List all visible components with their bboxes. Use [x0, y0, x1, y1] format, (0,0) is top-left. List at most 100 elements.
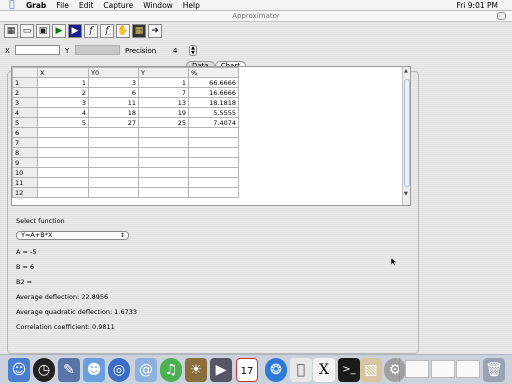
menu-window[interactable]: Window [143, 1, 173, 10]
music-icon[interactable]: ♫ [160, 358, 182, 382]
percent-cell[interactable] [188, 187, 239, 198]
x-cell[interactable]: 3 [37, 97, 89, 108]
table-row[interactable]: 11 [12, 177, 239, 188]
percent-cell[interactable] [188, 147, 239, 158]
function-select[interactable]: Y=A+B*X ↕ [16, 231, 129, 240]
trash-icon[interactable]: 🗑 [483, 358, 505, 382]
y0-cell[interactable] [88, 127, 139, 138]
table-row[interactable]: 6 [12, 127, 239, 138]
function-icon[interactable]: f [84, 24, 98, 38]
menu-edit[interactable]: Edit [79, 1, 94, 10]
x-cell[interactable] [37, 127, 89, 138]
y-cell[interactable]: 7 [138, 87, 189, 98]
table-row[interactable]: 1 1 3 1 66.6666 [12, 77, 239, 88]
y0-cell[interactable]: 3 [88, 77, 139, 88]
table-row[interactable]: 10 [12, 167, 239, 178]
x-cell[interactable] [37, 157, 89, 168]
column-header-y[interactable]: Y [138, 67, 189, 78]
table-row[interactable]: 7 [12, 137, 239, 148]
menu-capture[interactable]: Capture [103, 1, 133, 10]
terminal-icon[interactable]: >_ [338, 358, 360, 382]
y0-cell[interactable]: 18 [88, 107, 139, 118]
table-row[interactable]: 12 [12, 187, 239, 198]
minimized-window-1[interactable] [405, 360, 429, 378]
y0-cell[interactable] [88, 167, 139, 178]
column-header-y0[interactable]: Y0 [88, 67, 139, 78]
x-cell[interactable]: 2 [37, 87, 89, 98]
percent-cell[interactable]: 5.5555 [188, 107, 239, 118]
smiley-icon[interactable]: ☻ [83, 358, 105, 382]
table-row[interactable]: 8 [12, 147, 239, 158]
x-cell[interactable] [37, 167, 89, 178]
x-input[interactable] [15, 45, 60, 55]
x-cell[interactable]: 1 [37, 77, 89, 88]
grid-icon[interactable]: ▦ [4, 24, 18, 38]
y-cell[interactable] [138, 137, 189, 148]
globe-icon[interactable]: ◎ [108, 358, 130, 382]
column-header-percent[interactable]: % [188, 67, 239, 78]
y0-cell[interactable]: 11 [88, 97, 139, 108]
minimized-window-2[interactable] [431, 360, 455, 378]
table-row[interactable]: 2 2 6 7 16.6666 [12, 87, 239, 98]
percent-cell[interactable] [188, 137, 239, 148]
x-cell[interactable] [37, 177, 89, 188]
safari-icon[interactable]: ❂ [265, 358, 287, 382]
chart-icon[interactable]: ▦ [132, 24, 146, 38]
preview-icon[interactable]: ▧ [360, 358, 382, 382]
x-cell[interactable] [37, 137, 89, 148]
y0-cell[interactable] [88, 157, 139, 168]
y-cell[interactable]: 13 [138, 97, 189, 108]
scroll-down-icon[interactable]: ▼ [404, 191, 408, 197]
y-cell[interactable] [138, 167, 189, 178]
mail-icon[interactable]: @ [135, 358, 157, 382]
x-cell[interactable] [37, 147, 89, 158]
function-alt-icon[interactable]: f [100, 24, 114, 38]
photo-icon[interactable]: ☀ [185, 358, 207, 382]
scroll-up-icon[interactable]: ▲ [404, 68, 408, 74]
scroll-thumb[interactable] [404, 79, 410, 187]
clock-icon[interactable]: ◷ [33, 358, 55, 382]
toolbar-toggle-button[interactable] [497, 12, 506, 20]
y-cell[interactable]: 1 [138, 77, 189, 88]
movie-icon[interactable]: ▶ [210, 358, 232, 382]
table-row[interactable]: 3 3 11 13 18.1818 [12, 97, 239, 108]
menu-app-grab[interactable]: Grab [26, 1, 46, 10]
minimized-window-3[interactable] [456, 360, 480, 378]
menu-clock[interactable]: Fri 9:01 PM [456, 1, 498, 10]
y-cell[interactable] [138, 187, 189, 198]
y-cell[interactable] [138, 177, 189, 188]
y-cell[interactable]: 19 [138, 107, 189, 118]
vertical-scrollbar[interactable]: ▲ ▼ [402, 67, 410, 205]
apple-icon[interactable]:  [290, 358, 312, 382]
x-cell[interactable]: 4 [37, 107, 89, 118]
x-cell[interactable]: 5 [37, 117, 89, 128]
exit-icon[interactable]: ➜ [148, 24, 162, 38]
y-cell[interactable]: 25 [138, 117, 189, 128]
run-icon[interactable]: ▶ [52, 24, 66, 38]
pencil-icon[interactable]: ✎ [58, 358, 80, 382]
hand-icon[interactable]: ✋ [116, 24, 130, 38]
y0-cell[interactable]: 27 [88, 117, 139, 128]
percent-cell[interactable]: 18.1818 [188, 97, 239, 108]
ical-icon[interactable]: 17 [236, 358, 258, 382]
save-icon[interactable]: ▣ [36, 24, 50, 38]
precision-stepper[interactable]: ▲ ▼ [189, 45, 197, 56]
step-icon[interactable]: ▶ [68, 24, 82, 38]
percent-cell[interactable]: 7.4074 [188, 117, 239, 128]
column-header-x[interactable]: X [37, 67, 89, 78]
y0-cell[interactable] [88, 147, 139, 158]
percent-cell[interactable] [188, 177, 239, 188]
y0-cell[interactable] [88, 137, 139, 148]
system-preferences-icon[interactable]: ⚙ [384, 358, 406, 382]
y0-cell[interactable]: 6 [88, 87, 139, 98]
y-cell[interactable] [138, 127, 189, 138]
finder-icon[interactable]: ☺ [8, 358, 30, 382]
apple-menu-icon[interactable]:  [6, 0, 18, 10]
table-row[interactable]: 5 5 27 25 7.4074 [12, 117, 239, 128]
open-icon[interactable]: ▭ [20, 24, 34, 38]
window-titlebar[interactable]: Approximator [0, 11, 512, 22]
percent-cell[interactable] [188, 157, 239, 168]
menu-file[interactable]: File [56, 1, 69, 10]
percent-cell[interactable] [188, 167, 239, 178]
y-cell[interactable] [138, 147, 189, 158]
